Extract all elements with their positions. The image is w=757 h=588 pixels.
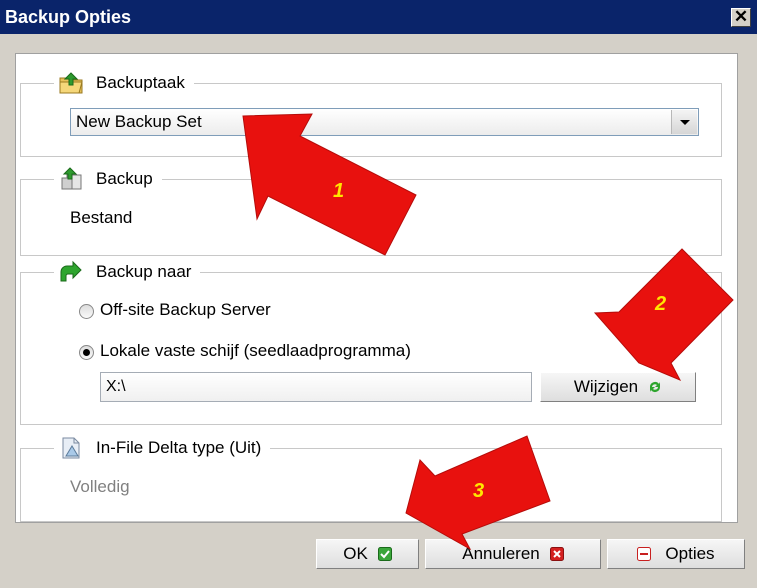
delta-legend: In-File Delta type (Uit) — [54, 433, 271, 463]
upload-folder-icon — [59, 72, 83, 94]
offsite-server-label[interactable]: Off-site Backup Server — [100, 300, 271, 320]
options-button[interactable]: Opties — [607, 539, 745, 569]
backup-options-dialog: Backup Opties ✕ Backuptaak New Backup Se… — [0, 0, 757, 588]
change-label: Wijzigen — [573, 377, 639, 396]
destination-path-field[interactable]: X:\ — [100, 372, 532, 402]
change-button[interactable]: Wijzigen — [540, 372, 696, 402]
backup-task-legend: Backuptaak — [54, 68, 194, 98]
close-icon: ✕ — [733, 7, 749, 26]
delta-label: In-File Delta type (Uit) — [96, 438, 262, 457]
window-title: Backup Opties — [5, 7, 132, 27]
backup-destination-label: Backup naar — [96, 262, 192, 281]
backup-source-value: Bestand — [70, 208, 133, 227]
cancel-icon — [549, 547, 564, 561]
cancel-label: Annuleren — [462, 544, 540, 563]
offsite-server-radio[interactable] — [79, 304, 94, 319]
backup-task-group: Backuptaak New Backup Set — [20, 68, 722, 157]
delta-value: Volledig — [70, 477, 130, 496]
chevron-down-icon — [680, 120, 690, 125]
green-arrow-icon — [60, 260, 82, 282]
refresh-icon — [650, 382, 661, 392]
cancel-button[interactable]: Annuleren — [425, 539, 601, 569]
ok-label: OK — [343, 544, 368, 563]
backup-set-dropdown[interactable]: New Backup Set — [70, 108, 699, 136]
backup-source-legend: Backup — [54, 164, 162, 194]
backup-task-label: Backuptaak — [96, 73, 185, 92]
local-disk-radio[interactable] — [79, 345, 94, 360]
backup-source-label: Backup — [96, 169, 153, 188]
destination-path-value: X:\ — [106, 378, 126, 395]
options-label: Opties — [665, 544, 715, 563]
minus-icon — [637, 547, 652, 561]
check-icon — [377, 547, 392, 561]
backup-source-group: Backup Bestand — [20, 164, 722, 256]
delta-file-icon — [62, 437, 80, 459]
upload-files-icon — [61, 167, 82, 190]
delta-group: In-File Delta type (Uit) Volledig — [20, 433, 722, 522]
backup-set-value: New Backup Set — [76, 112, 202, 131]
backup-destination-legend: Backup naar — [54, 257, 201, 287]
title-bar[interactable]: Backup Opties ✕ — [0, 0, 757, 34]
dropdown-arrow-button[interactable] — [671, 110, 697, 134]
local-disk-label[interactable]: Lokale vaste schijf (seedlaadprogramma) — [100, 341, 411, 361]
close-button[interactable]: ✕ — [731, 8, 751, 27]
ok-button[interactable]: OK — [316, 539, 419, 569]
